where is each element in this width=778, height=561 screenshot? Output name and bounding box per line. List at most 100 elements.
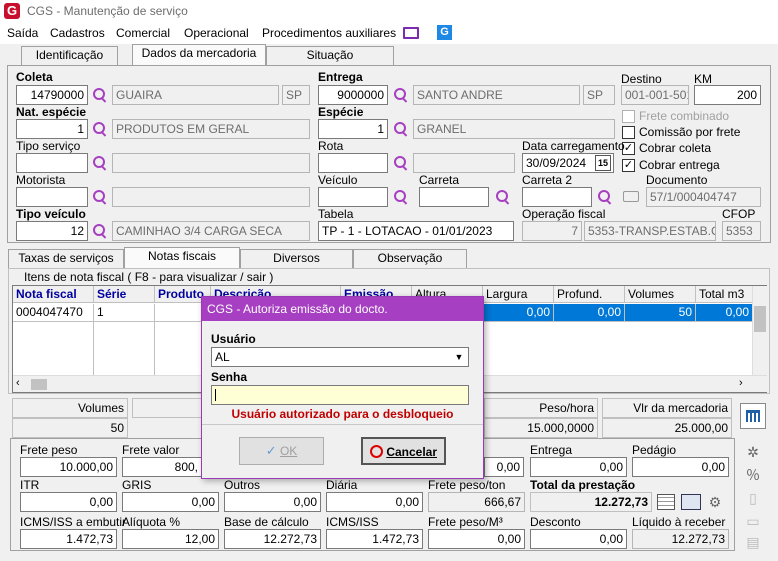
motorista-search-icon[interactable] bbox=[92, 189, 108, 205]
tipo-servico-input[interactable] bbox=[16, 153, 88, 173]
rota-search-icon[interactable] bbox=[393, 155, 409, 171]
icms-iss-input[interactable]: 1.472,73 bbox=[326, 529, 423, 549]
veiculo-search-icon[interactable] bbox=[393, 189, 409, 205]
cell-total-m3[interactable]: 0,00 bbox=[696, 304, 753, 321]
calculator-icon[interactable] bbox=[740, 403, 766, 429]
comment-icon[interactable]: ▭ bbox=[744, 512, 762, 530]
coleta-search-icon[interactable] bbox=[92, 87, 108, 103]
col-nota-fiscal[interactable]: Nota fiscal bbox=[13, 286, 94, 303]
tab-identificacao[interactable]: Identificação bbox=[21, 46, 118, 65]
col-largura[interactable]: Largura bbox=[483, 286, 554, 303]
frete-combinado-checkbox[interactable] bbox=[622, 110, 635, 123]
col-total-m3[interactable]: Total m3 bbox=[696, 286, 753, 303]
book-icon[interactable] bbox=[681, 494, 701, 510]
menu-bar: Saída Cadastros Comercial Operacional Pr… bbox=[0, 24, 778, 44]
especie-search-icon[interactable] bbox=[393, 121, 409, 137]
col-serie[interactable]: Série bbox=[94, 286, 155, 303]
vlr-mercadoria-label: Vlr da mercadoria bbox=[633, 401, 728, 415]
itr-input[interactable]: 0,00 bbox=[20, 492, 117, 512]
menu-procedimentos[interactable]: Procedimentos auxiliares bbox=[262, 26, 396, 40]
aliquota-input[interactable]: 12,00 bbox=[122, 529, 219, 549]
carreta2-input[interactable] bbox=[522, 187, 592, 207]
scroll-left-icon[interactable]: ‹ bbox=[16, 377, 20, 389]
tab-situacao[interactable]: Situação bbox=[266, 46, 394, 65]
title-bar: G CGS - Manutenção de serviço bbox=[0, 0, 778, 24]
tab-observacao[interactable]: Observação bbox=[353, 249, 467, 268]
outros-input[interactable]: 0,00 bbox=[224, 492, 321, 512]
settings-icon[interactable]: ⚙ bbox=[706, 493, 724, 511]
table-icon[interactable] bbox=[657, 494, 675, 510]
monitor-icon[interactable] bbox=[403, 27, 419, 39]
menu-saida[interactable]: Saída bbox=[7, 26, 38, 40]
col-volumes[interactable]: Volumes bbox=[625, 286, 696, 303]
hidden-value-input[interactable]: 0,00 bbox=[484, 457, 524, 477]
entrega-code-input[interactable]: 9000000 bbox=[318, 85, 388, 105]
total-prestacao-label: Total da prestação bbox=[530, 478, 636, 492]
frete-m3-input[interactable]: 0,00 bbox=[428, 529, 525, 549]
bug-icon[interactable]: ✲ bbox=[744, 443, 762, 461]
veiculo-input[interactable] bbox=[318, 187, 388, 207]
carreta2-label: Carreta 2 bbox=[522, 173, 573, 187]
desconto-input[interactable]: 0,00 bbox=[530, 529, 627, 549]
icms-embutir-label: ICMS/ISS a embutir bbox=[20, 515, 127, 529]
cell-nota-fiscal[interactable]: 0004047470 bbox=[13, 304, 94, 321]
motorista-input[interactable] bbox=[16, 187, 88, 207]
list-doc-icon[interactable]: ▤ bbox=[744, 533, 762, 551]
scroll-right-icon[interactable]: › bbox=[739, 377, 743, 389]
km-input[interactable]: 200 bbox=[694, 85, 761, 105]
entrega-value-input[interactable]: 0,00 bbox=[530, 457, 627, 477]
especie-code-input[interactable]: 1 bbox=[318, 119, 388, 139]
tab-taxas-servicos[interactable]: Taxas de serviços bbox=[8, 249, 124, 268]
pedagio-label: Pedágio bbox=[632, 443, 677, 457]
pedagio-input[interactable]: 0,00 bbox=[632, 457, 729, 477]
cobrar-entrega-checkbox[interactable]: ✓ bbox=[622, 159, 635, 172]
vertical-scroll-thumb[interactable] bbox=[754, 306, 766, 332]
cancel-button[interactable]: Cancelar bbox=[361, 437, 446, 465]
frete-combinado-label: Frete combinado bbox=[639, 109, 730, 123]
tab-notas-fiscais[interactable]: Notas fiscais bbox=[124, 247, 240, 268]
menu-operacional[interactable]: Operacional bbox=[184, 26, 249, 40]
chevron-down-icon[interactable]: ▼ bbox=[452, 349, 466, 365]
base-calculo-input[interactable]: 12.272,73 bbox=[224, 529, 321, 549]
tab-dados-mercadoria[interactable]: Dados da mercadoria bbox=[132, 44, 266, 65]
carreta2-search-icon[interactable] bbox=[597, 189, 613, 205]
nat-especie-desc-field: PRODUTOS EM GERAL bbox=[112, 119, 310, 139]
coleta-code-input[interactable]: 14790000 bbox=[16, 85, 88, 105]
percent-doc-icon[interactable]: ％ bbox=[744, 466, 762, 484]
nat-especie-code-input[interactable]: 1 bbox=[16, 119, 88, 139]
frete-peso-label: Frete peso bbox=[20, 443, 78, 457]
ok-button[interactable]: ✓ OK bbox=[239, 437, 324, 465]
tabela-select[interactable]: TP - 1 - LOTACAO - 01/01/2023 bbox=[318, 221, 514, 241]
col-profund[interactable]: Profund. bbox=[554, 286, 625, 303]
menu-comercial[interactable]: Comercial bbox=[116, 26, 170, 40]
carreta-input[interactable] bbox=[419, 187, 489, 207]
g-app-icon[interactable]: G bbox=[437, 25, 452, 40]
comissao-checkbox[interactable] bbox=[622, 126, 635, 139]
senha-input[interactable] bbox=[211, 385, 469, 405]
nat-especie-search-icon[interactable] bbox=[92, 121, 108, 137]
cell-largura[interactable]: 0,00 bbox=[483, 304, 554, 321]
diaria-input[interactable]: 0,00 bbox=[326, 492, 423, 512]
frete-valor-input[interactable]: 800, bbox=[122, 457, 202, 477]
cell-volumes[interactable]: 50 bbox=[625, 304, 696, 321]
calendar-icon[interactable]: 15 bbox=[595, 155, 611, 171]
rota-input[interactable] bbox=[318, 153, 388, 173]
menu-cadastros[interactable]: Cadastros bbox=[50, 26, 105, 40]
vertical-scrollbar[interactable] bbox=[752, 286, 767, 375]
frete-peso-input[interactable]: 10.000,00 bbox=[20, 457, 117, 477]
tipo-servico-label: Tipo serviço bbox=[16, 139, 81, 153]
cell-profund[interactable]: 0,00 bbox=[554, 304, 625, 321]
tipo-servico-search-icon[interactable] bbox=[92, 155, 108, 171]
gris-input[interactable]: 0,00 bbox=[122, 492, 219, 512]
icms-embutir-input[interactable]: 1.472,73 bbox=[20, 529, 117, 549]
cell-serie[interactable]: 1 bbox=[94, 304, 155, 321]
entrega-search-icon[interactable] bbox=[393, 87, 409, 103]
tipo-veiculo-code-input[interactable]: 12 bbox=[16, 221, 88, 241]
horizontal-scroll-thumb[interactable] bbox=[31, 379, 47, 390]
usuario-select[interactable]: AL ▼ bbox=[211, 347, 469, 367]
tipo-veiculo-search-icon[interactable] bbox=[92, 223, 108, 239]
tab-diversos[interactable]: Diversos bbox=[240, 249, 353, 268]
liquido-label: Líquido à receber bbox=[632, 515, 726, 529]
doc-icon[interactable]: ▯ bbox=[744, 489, 762, 507]
carreta-search-icon[interactable] bbox=[495, 189, 511, 205]
